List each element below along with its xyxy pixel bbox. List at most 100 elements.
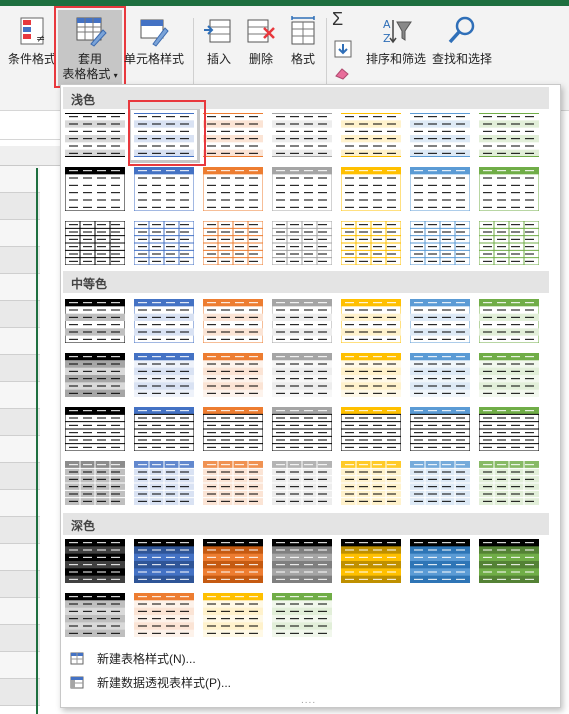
table-style-tile-light-5[interactable] <box>341 113 401 157</box>
table-style-tile-light-13[interactable] <box>410 167 470 211</box>
table-style-tile-dark-1[interactable] <box>65 539 125 583</box>
table-style-tile-medium-13[interactable] <box>410 353 470 397</box>
sheet-row[interactable] <box>0 625 40 652</box>
sheet-row[interactable] <box>0 652 40 679</box>
table-style-tile-light-11[interactable] <box>272 167 332 211</box>
sheet-row[interactable] <box>0 679 40 706</box>
table-style-tile-dark-2[interactable] <box>134 539 194 583</box>
table-style-tile-light-3[interactable] <box>203 113 263 157</box>
clear-button[interactable] <box>334 66 352 80</box>
sheet-row[interactable] <box>0 220 40 247</box>
table-style-tile-medium-24[interactable] <box>203 461 263 505</box>
delete-cells-icon <box>244 14 278 48</box>
table-style-tile-dark-11[interactable] <box>272 593 332 637</box>
table-style-tile-medium-4[interactable] <box>272 299 332 343</box>
new-table-style-menuitem[interactable]: 新建表格样式(N)... <box>65 647 545 669</box>
table-style-tile-medium-25[interactable] <box>272 461 332 505</box>
table-style-tile-medium-9[interactable] <box>134 353 194 397</box>
table-style-tile-dark-3[interactable] <box>203 539 263 583</box>
table-style-tile-medium-22[interactable] <box>65 461 125 505</box>
sheet-row[interactable] <box>0 571 40 598</box>
table-style-tile-light-4[interactable] <box>272 113 332 157</box>
format-button[interactable]: 格式 <box>286 14 320 67</box>
cell-styles-button[interactable]: 单元格样式 <box>124 14 184 67</box>
sheet-row[interactable] <box>0 193 40 220</box>
table-style-tile-medium-27[interactable] <box>410 461 470 505</box>
table-style-tile-light-17[interactable] <box>203 221 263 265</box>
sheet-row[interactable] <box>0 598 40 625</box>
insert-button[interactable]: 插入 <box>202 14 236 67</box>
table-style-tile-light-18[interactable] <box>272 221 332 265</box>
fill-button[interactable] <box>334 40 352 58</box>
sheet-row[interactable] <box>0 328 40 355</box>
table-style-tile-light-19[interactable] <box>341 221 401 265</box>
table-style-tile-light-14[interactable] <box>479 167 539 211</box>
autosum-button[interactable]: Σ <box>332 10 343 28</box>
table-style-tile-medium-16[interactable] <box>134 407 194 451</box>
sheet-row[interactable] <box>0 274 40 301</box>
table-style-tile-dark-10[interactable] <box>203 593 263 637</box>
table-style-tile-light-2[interactable] <box>128 107 200 163</box>
table-style-tile-medium-1[interactable] <box>65 299 125 343</box>
table-style-tile-dark-5[interactable] <box>341 539 401 583</box>
table-style-tile-medium-18[interactable] <box>272 407 332 451</box>
table-style-tile-light-9[interactable] <box>134 167 194 211</box>
table-style-tile-light-21[interactable] <box>479 221 539 265</box>
section-dark: 深色 <box>63 513 549 535</box>
sheet-row[interactable] <box>0 409 40 436</box>
table-style-tile-medium-23[interactable] <box>134 461 194 505</box>
table-style-tile-medium-8[interactable] <box>65 353 125 397</box>
conditional-formatting-button[interactable]: ≠ 条件格式 <box>8 14 56 67</box>
table-style-tile-medium-6[interactable] <box>410 299 470 343</box>
sheet-row[interactable] <box>0 355 40 382</box>
eraser-icon <box>335 68 349 80</box>
table-style-tile-medium-10[interactable] <box>203 353 263 397</box>
sheet-row[interactable] <box>0 247 40 274</box>
table-style-tile-dark-4[interactable] <box>272 539 332 583</box>
table-style-tile-medium-12[interactable] <box>341 353 401 397</box>
table-style-tile-dark-9[interactable] <box>134 593 194 637</box>
table-style-tile-medium-3[interactable] <box>203 299 263 343</box>
sheet-row[interactable] <box>0 490 40 517</box>
table-style-tile-light-16[interactable] <box>134 221 194 265</box>
find-select-button[interactable]: 查找和选择 <box>432 14 492 67</box>
table-style-tile-medium-11[interactable] <box>272 353 332 397</box>
table-style-tile-dark-6[interactable] <box>410 539 470 583</box>
table-style-tile-light-10[interactable] <box>203 167 263 211</box>
table-style-tile-light-7[interactable] <box>479 113 539 157</box>
table-style-tile-medium-17[interactable] <box>203 407 263 451</box>
new-pivot-style-menuitem[interactable]: 新建数据透视表样式(P)... <box>65 671 545 693</box>
new-table-style-label: 新建表格样式(N)... <box>97 651 196 666</box>
sheet-row[interactable] <box>0 463 40 490</box>
table-style-tile-light-8[interactable] <box>65 167 125 211</box>
table-style-tile-light-15[interactable] <box>65 221 125 265</box>
table-style-tile-medium-15[interactable] <box>65 407 125 451</box>
sheet-row[interactable] <box>0 436 40 463</box>
sheet-row[interactable] <box>0 301 40 328</box>
table-style-tile-medium-28[interactable] <box>479 461 539 505</box>
table-style-tile-medium-21[interactable] <box>479 407 539 451</box>
table-style-tile-medium-20[interactable] <box>410 407 470 451</box>
sheet-grid[interactable] <box>0 166 40 714</box>
sheet-row[interactable] <box>0 382 40 409</box>
table-style-tile-medium-19[interactable] <box>341 407 401 451</box>
sheet-row[interactable] <box>0 517 40 544</box>
table-style-tile-light-6[interactable] <box>410 113 470 157</box>
format-as-table-button[interactable]: 套用 表格格式 ▾ <box>58 10 122 86</box>
table-style-tile-medium-26[interactable] <box>341 461 401 505</box>
table-style-tile-medium-2[interactable] <box>134 299 194 343</box>
sort-filter-button[interactable]: A Z 排序和筛选 <box>366 14 426 67</box>
table-style-tile-light-12[interactable] <box>341 167 401 211</box>
sheet-row[interactable] <box>0 166 40 193</box>
sheet-grid-right[interactable] <box>560 112 569 714</box>
table-style-tile-medium-5[interactable] <box>341 299 401 343</box>
table-style-tile-dark-8[interactable] <box>65 593 125 637</box>
table-style-tile-light-20[interactable] <box>410 221 470 265</box>
sheet-row[interactable] <box>0 544 40 571</box>
table-style-tile-dark-7[interactable] <box>479 539 539 583</box>
delete-button[interactable]: 删除 <box>244 14 278 67</box>
table-style-tile-medium-14[interactable] <box>479 353 539 397</box>
resize-grip[interactable]: .... <box>301 695 316 706</box>
table-style-tile-light-1[interactable] <box>65 113 125 157</box>
table-style-tile-medium-7[interactable] <box>479 299 539 343</box>
